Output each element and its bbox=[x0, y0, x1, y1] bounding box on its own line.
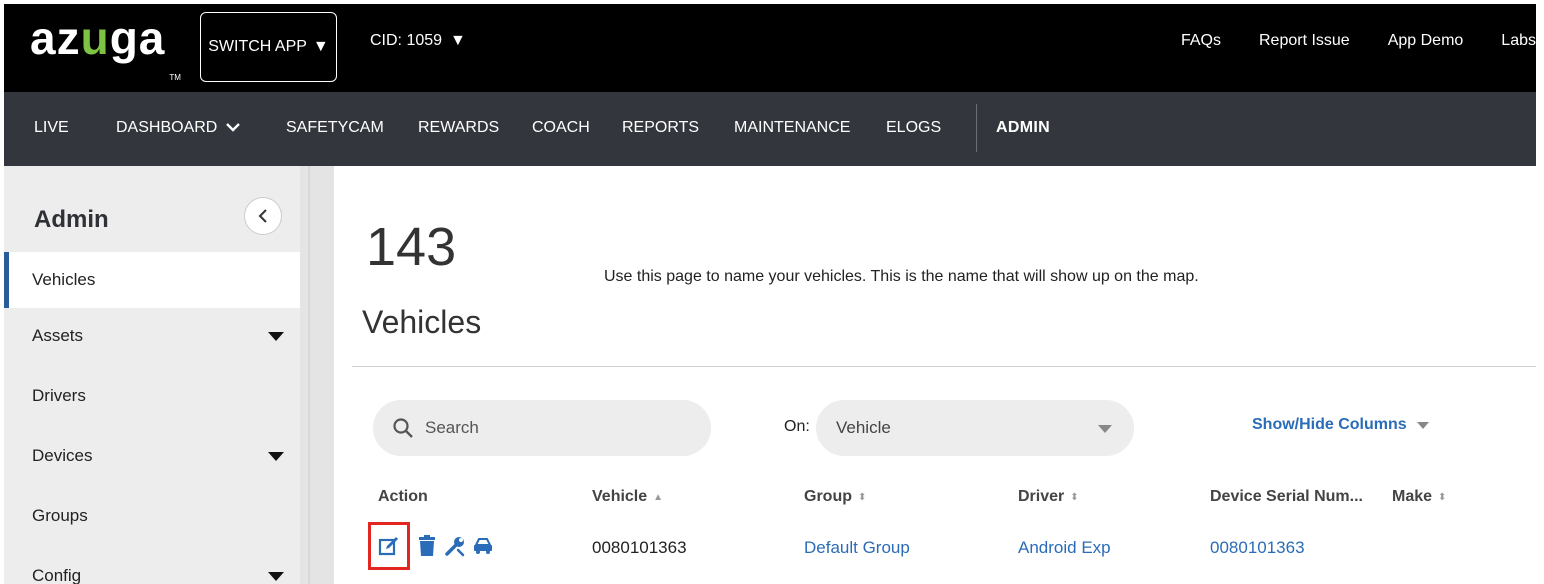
divider bbox=[352, 366, 1536, 367]
labs-link[interactable]: Labs bbox=[1501, 32, 1536, 50]
column-header-label: Make bbox=[1392, 488, 1433, 505]
edit-icon bbox=[378, 537, 398, 556]
cell-group-link[interactable]: Default Group bbox=[804, 538, 910, 558]
collapse-sidebar-button[interactable] bbox=[244, 197, 282, 235]
column-header-label: Group bbox=[804, 488, 852, 505]
nav-coach[interactable]: COACH bbox=[532, 119, 590, 137]
nav-live[interactable]: LIVE bbox=[34, 119, 69, 137]
sidebar-gutter bbox=[300, 166, 334, 584]
nav-safetycam[interactable]: SAFETYCAM bbox=[286, 119, 384, 137]
sidebar-title: Admin bbox=[34, 206, 109, 233]
edit-button[interactable] bbox=[368, 522, 410, 570]
nav-dashboard-label: DASHBOARD bbox=[116, 119, 218, 136]
delete-button[interactable] bbox=[416, 535, 438, 557]
car-icon bbox=[474, 538, 492, 554]
column-header-label: Device Serial Num... bbox=[1210, 488, 1363, 505]
column-header-label: Action bbox=[378, 488, 428, 505]
caret-down-icon: ▼ bbox=[312, 38, 329, 55]
column-header-label: Vehicle bbox=[592, 488, 648, 505]
sidebar-item-label: Vehicles bbox=[32, 270, 96, 289]
sort-icon: ⬍ bbox=[1438, 491, 1447, 503]
page-description: Use this page to name your vehicles. Thi… bbox=[604, 268, 1199, 285]
caret-down-icon bbox=[268, 452, 284, 461]
nav-reports[interactable]: REPORTS bbox=[622, 119, 699, 137]
search-field-select[interactable]: Vehicle bbox=[816, 400, 1134, 456]
faqs-link[interactable]: FAQs bbox=[1181, 32, 1221, 50]
assign-driver-button[interactable] bbox=[472, 535, 494, 557]
sidebar-item-label: Config bbox=[32, 566, 82, 584]
sidebar-item-assets[interactable]: Assets bbox=[4, 308, 300, 364]
wrench-icon bbox=[445, 537, 465, 557]
sort-icon: ⬍ bbox=[858, 491, 867, 503]
sidebar-item-label: Devices bbox=[32, 446, 93, 465]
nav-dashboard[interactable]: DASHBOARD bbox=[116, 119, 240, 137]
cell-driver-link[interactable]: Android Exp bbox=[1018, 538, 1111, 558]
column-header-device-serial[interactable]: Device Serial Num... bbox=[1210, 488, 1363, 506]
sort-asc-icon: ▲ bbox=[653, 491, 664, 503]
cell-device-serial-link[interactable]: 0080101363 bbox=[1210, 538, 1305, 558]
show-hide-columns-button[interactable]: Show/Hide Columns bbox=[1252, 416, 1429, 434]
sidebar-item-drivers[interactable]: Drivers bbox=[4, 368, 300, 424]
trash-icon bbox=[419, 535, 435, 556]
show-hide-columns-label: Show/Hide Columns bbox=[1252, 416, 1407, 433]
nav-divider bbox=[976, 104, 977, 152]
top-bar: az u ga TM SWITCH APP ▼ CID: 1059 ▼ FAQs Re… bbox=[4, 4, 1536, 92]
cell-vehicle: 0080101363 bbox=[592, 538, 687, 557]
sidebar-item-vehicles[interactable]: Vehicles bbox=[4, 252, 300, 308]
sort-icon: ⬍ bbox=[1070, 491, 1079, 503]
column-header-driver[interactable]: Driver ⬍ bbox=[1018, 488, 1079, 506]
page-title: Vehicles bbox=[362, 304, 482, 340]
nav-maintenance[interactable]: MAINTENANCE bbox=[734, 119, 850, 137]
search-input[interactable] bbox=[425, 418, 685, 438]
sidebar-item-label: Assets bbox=[32, 326, 84, 345]
caret-down-icon bbox=[268, 332, 284, 341]
search-field-value: Vehicle bbox=[836, 418, 891, 437]
chevron-left-icon bbox=[258, 209, 267, 223]
azuga-logo[interactable]: az u ga TM bbox=[30, 12, 181, 82]
sidebar-item-config[interactable]: Config bbox=[4, 548, 300, 584]
caret-down-icon bbox=[1098, 425, 1112, 433]
caret-down-icon: ▼ bbox=[450, 32, 466, 49]
column-header-vehicle[interactable]: Vehicle ▲ bbox=[592, 488, 663, 506]
vehicle-count: 143 bbox=[366, 217, 457, 277]
sidebar-item-groups[interactable]: Groups bbox=[4, 488, 300, 544]
chevron-down-icon bbox=[225, 123, 240, 132]
cid-selector[interactable]: CID: 1059 ▼ bbox=[370, 32, 466, 50]
nav-admin[interactable]: ADMIN bbox=[996, 119, 1050, 137]
logo-text-u: u bbox=[80, 12, 110, 64]
logo-text-post: ga bbox=[109, 12, 166, 64]
main-nav: LIVE DASHBOARD SAFETYCAM REWARDS COACH R… bbox=[4, 92, 1536, 166]
switch-app-button[interactable]: SWITCH APP ▼ bbox=[200, 12, 337, 82]
sidebar-item-devices[interactable]: Devices bbox=[4, 428, 300, 484]
search-icon bbox=[393, 418, 413, 438]
maintenance-button[interactable] bbox=[444, 535, 466, 557]
report-issue-link[interactable]: Report Issue bbox=[1259, 32, 1350, 50]
column-header-group[interactable]: Group ⬍ bbox=[804, 488, 866, 506]
caret-down-icon bbox=[268, 572, 284, 581]
nav-rewards[interactable]: REWARDS bbox=[418, 119, 499, 137]
caret-down-icon bbox=[1416, 421, 1429, 429]
sidebar-item-label: Drivers bbox=[32, 386, 86, 405]
column-header-action: Action bbox=[378, 488, 428, 506]
top-links: FAQs Report Issue App Demo Labs bbox=[1181, 32, 1536, 50]
app-demo-link[interactable]: App Demo bbox=[1388, 32, 1464, 50]
cid-label: CID: 1059 bbox=[370, 32, 443, 49]
column-header-label: Driver bbox=[1018, 488, 1065, 505]
logo-text-pre: az bbox=[30, 12, 81, 64]
search-box bbox=[373, 400, 711, 456]
switch-app-label: SWITCH APP bbox=[208, 38, 307, 55]
row-actions bbox=[368, 522, 494, 570]
sidebar: Admin Vehicles Assets Drivers Devices Gr… bbox=[4, 166, 300, 584]
column-header-make[interactable]: Make ⬍ bbox=[1392, 488, 1446, 506]
search-on-label: On: bbox=[784, 418, 810, 435]
sidebar-item-label: Groups bbox=[32, 506, 88, 525]
main-content: 143 Vehicles Use this page to name your … bbox=[334, 166, 1536, 584]
nav-elogs[interactable]: ELOGS bbox=[886, 119, 941, 137]
